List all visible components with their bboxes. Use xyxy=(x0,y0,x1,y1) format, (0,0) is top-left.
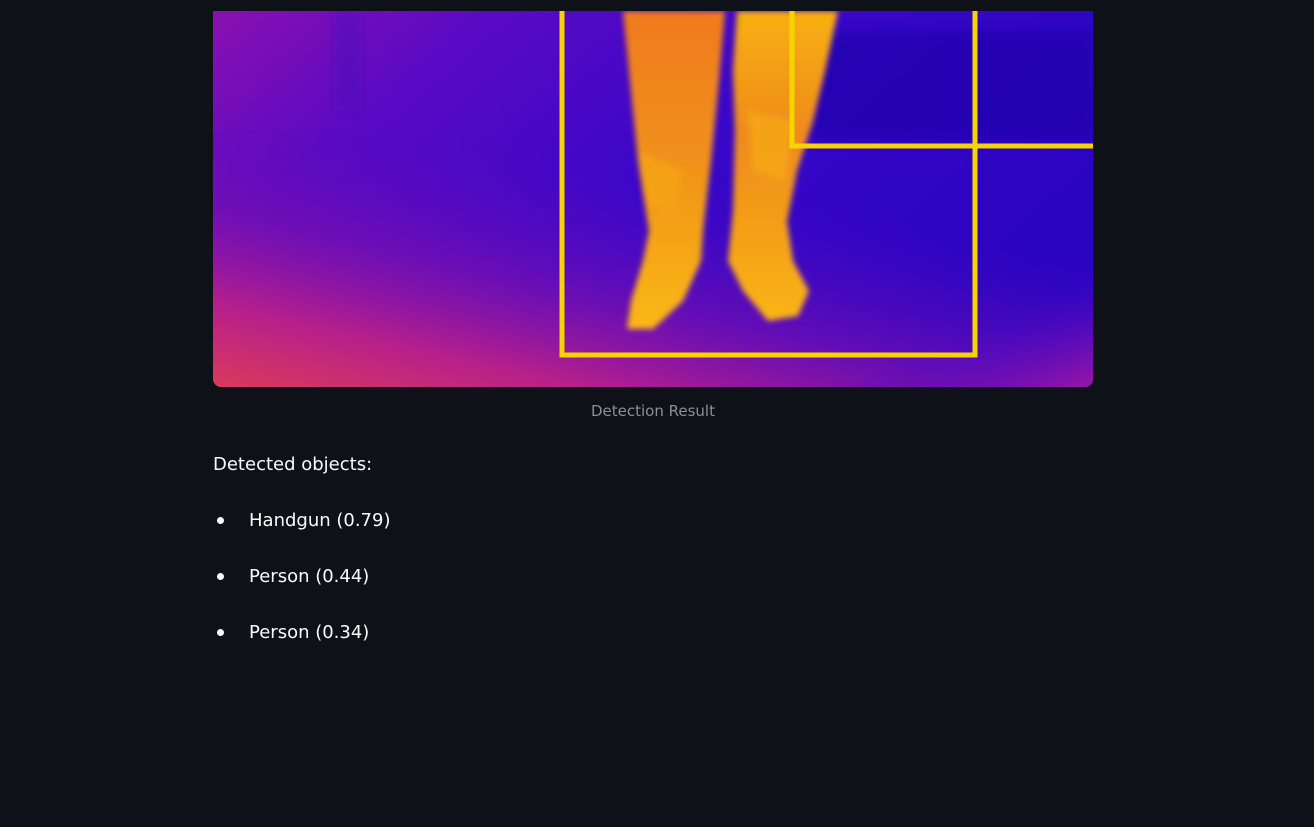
bullet-icon xyxy=(217,629,224,636)
list-item: Person (0.44) xyxy=(213,564,391,590)
thermal-image xyxy=(213,11,1093,387)
list-item: Person (0.34) xyxy=(213,620,391,646)
detected-objects-list: Handgun (0.79) Person (0.44) Person (0.3… xyxy=(213,508,391,676)
detected-objects-heading: Detected objects: xyxy=(213,454,373,475)
detection-text: Person (0.44) xyxy=(249,566,370,587)
bullet-icon xyxy=(217,573,224,580)
image-caption: Detection Result xyxy=(591,402,715,420)
detection-text: Handgun (0.79) xyxy=(249,510,391,531)
detection-result-image xyxy=(213,11,1093,387)
list-item: Handgun (0.79) xyxy=(213,508,391,534)
detection-text: Person (0.34) xyxy=(249,622,370,643)
page: Detection Result Detected objects: Handg… xyxy=(0,0,1314,827)
bullet-icon xyxy=(217,517,224,524)
